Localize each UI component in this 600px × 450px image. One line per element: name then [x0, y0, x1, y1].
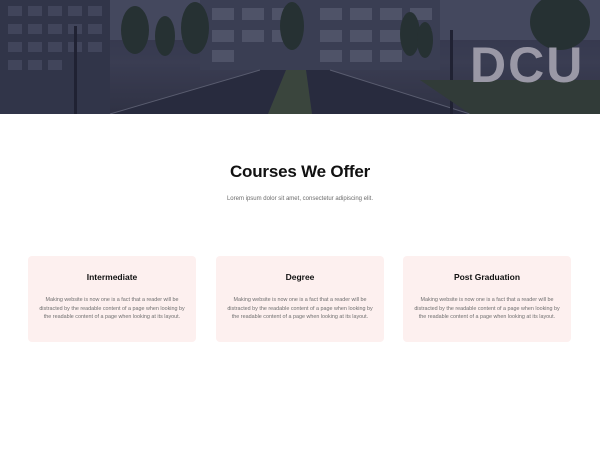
- course-card-description: Making website is now one is a fact that…: [414, 297, 560, 321]
- campus-sign: DCU: [470, 40, 584, 90]
- course-card-description: Making website is now one is a fact that…: [227, 297, 373, 321]
- section-subtitle: Lorem ipsum dolor sit amet, consectetur …: [226, 196, 374, 202]
- hero-banner-image: DCU: [0, 0, 600, 114]
- course-card-intermediate[interactable]: Intermediate Making website is now one i…: [28, 256, 196, 342]
- course-card-title: Degree: [285, 272, 315, 282]
- course-card-title: Post Graduation: [453, 272, 521, 282]
- course-card-description: Making website is now one is a fact that…: [39, 297, 185, 321]
- course-card-title: Intermediate: [86, 272, 138, 282]
- section-title: Courses We Offer: [229, 162, 371, 181]
- course-card-degree[interactable]: Degree Making website is now one is a fa…: [216, 256, 384, 342]
- course-card-post-graduation[interactable]: Post Graduation Making website is now on…: [403, 256, 571, 342]
- campus-sign-text: DCU: [470, 37, 585, 93]
